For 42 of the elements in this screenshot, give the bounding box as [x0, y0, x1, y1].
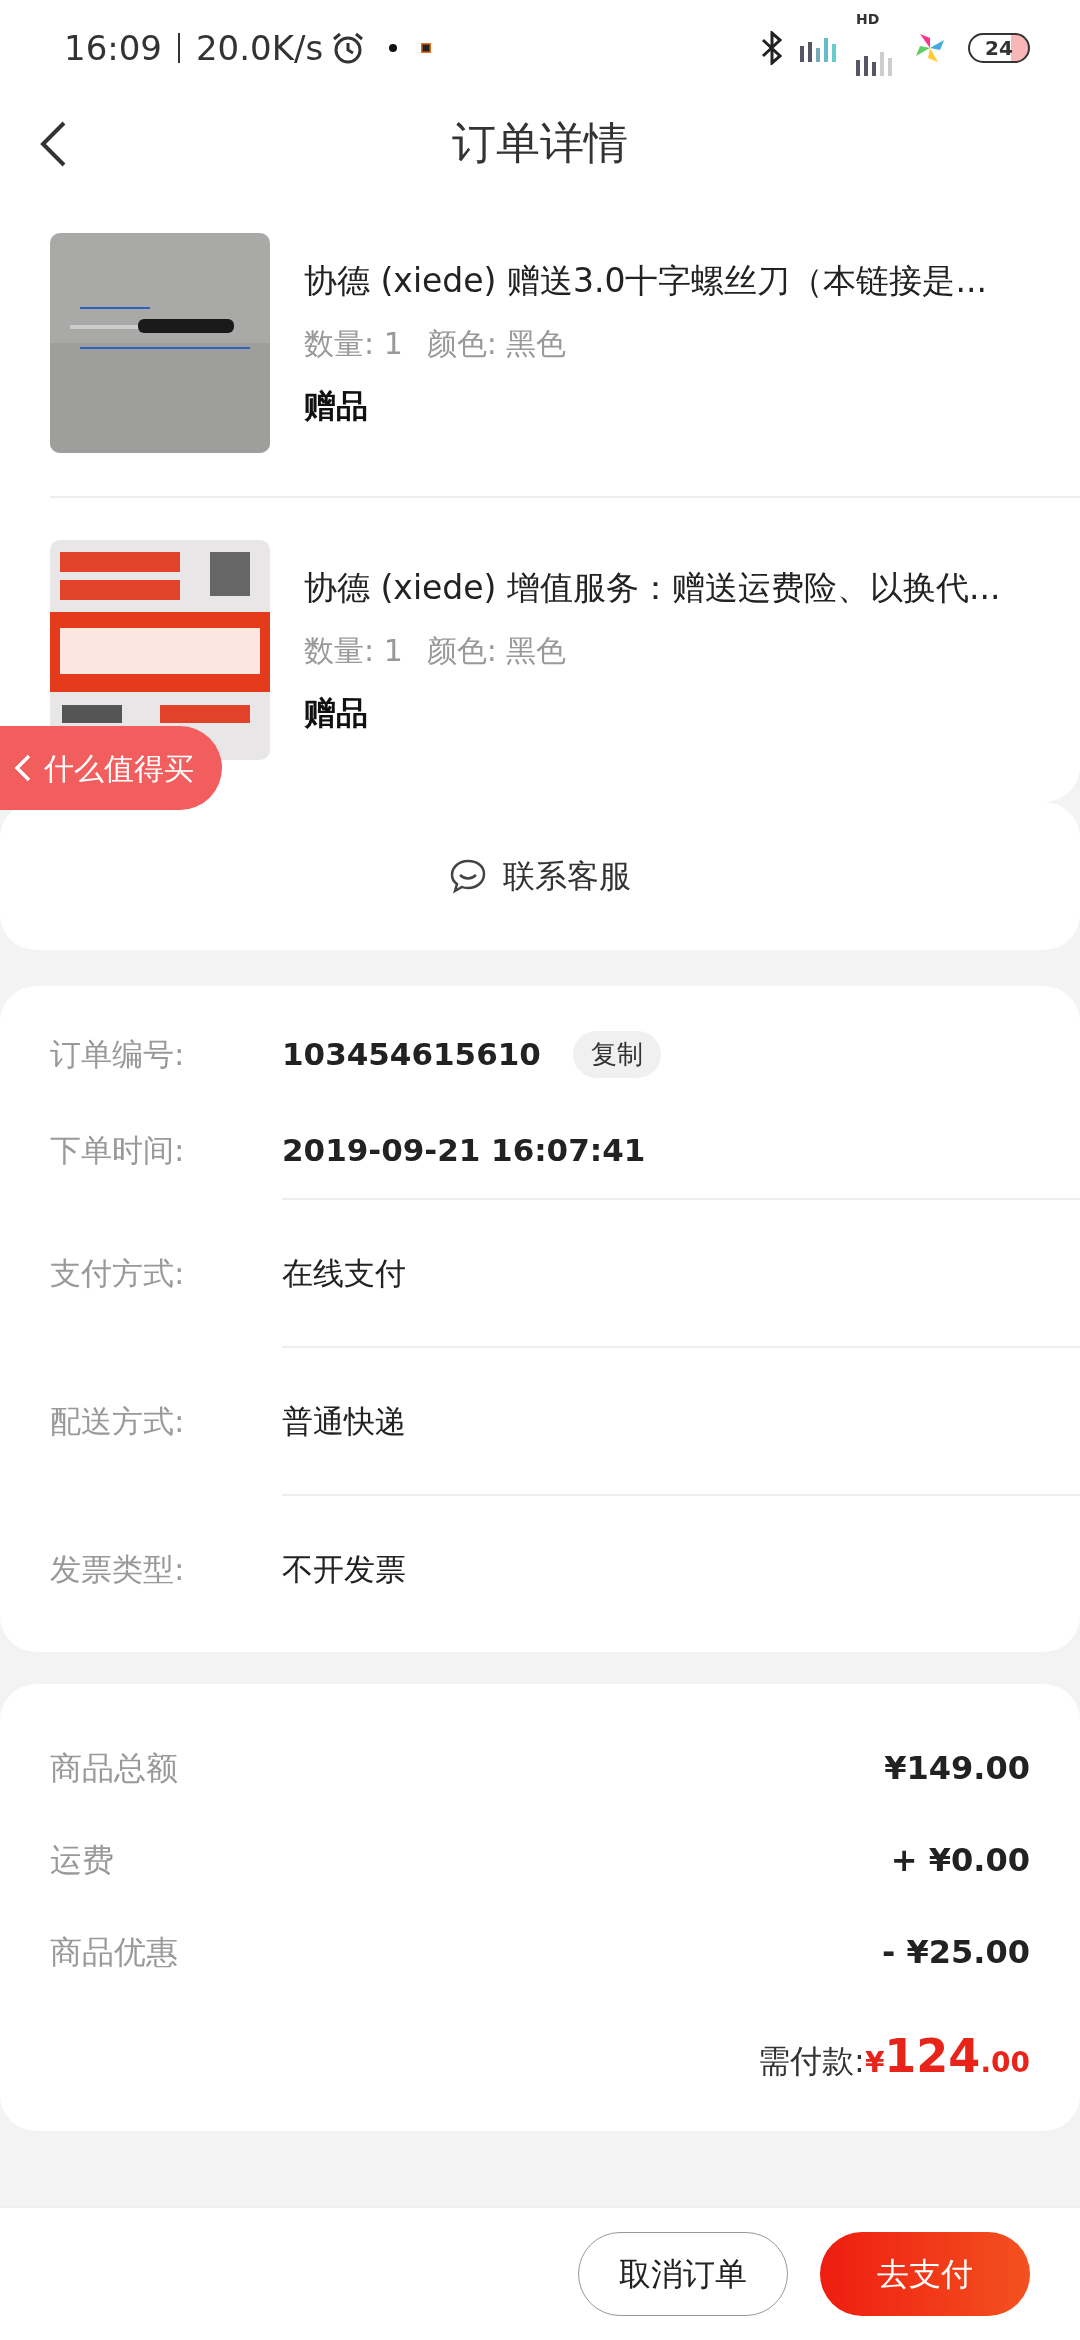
battery-icon: 24	[968, 33, 1030, 63]
total-label: 需付款:	[758, 2041, 865, 2082]
field-value: 在线支付	[282, 1253, 406, 1293]
price-label: 商品总额	[50, 1748, 178, 1789]
back-icon[interactable]	[38, 120, 68, 168]
color-label: 颜色: 黑色	[426, 632, 567, 671]
status-time: 16:09	[64, 26, 162, 70]
product-title: 协德 (xiede) 增值服务：赠送运费险、以换代...	[304, 566, 1001, 609]
field-label: 支付方式:	[50, 1253, 186, 1293]
chat-icon	[449, 858, 487, 894]
color-label: 颜色: 黑色	[426, 325, 567, 364]
field-value: 普通快递	[282, 1401, 406, 1441]
cancel-order-button[interactable]: 取消订单	[578, 2232, 788, 2316]
field-value: 不开发票	[282, 1549, 406, 1589]
field-label: 发票类型:	[50, 1549, 186, 1589]
gift-tag: 赠品	[304, 382, 987, 431]
price-value: - ¥25.00	[882, 1932, 1030, 1973]
copy-button[interactable]: 复制	[572, 1030, 661, 1078]
product-title: 协德 (xiede) 赠送3.0十字螺丝刀（本链接是...	[304, 259, 987, 302]
notification-icon	[421, 43, 432, 53]
field-label: 配送方式:	[50, 1401, 186, 1441]
price-value: ¥149.00	[884, 1748, 1030, 1789]
field-label: 下单时间:	[50, 1130, 186, 1170]
contact-service-link[interactable]: 联系客服	[503, 852, 631, 900]
gift-tag: 赠品	[304, 689, 1001, 738]
quantity-label: 数量: 1	[304, 632, 403, 671]
field-value: 2019-09-21 16:07:41	[282, 1130, 646, 1170]
price-label: 运费	[50, 1840, 114, 1881]
page-title: 订单详情	[452, 116, 628, 170]
price-value: + ¥0.00	[890, 1840, 1030, 1881]
total-amount: ¥124.00	[864, 2028, 1030, 2085]
hd-label: HD	[856, 12, 880, 26]
pay-button[interactable]: 去支付	[820, 2232, 1030, 2316]
dot-icon	[389, 44, 398, 52]
bluetooth-icon	[760, 31, 784, 65]
network-speed: 20.0K/s	[196, 26, 324, 70]
field-label: 订单编号:	[50, 1034, 186, 1074]
field-value: 103454615610	[282, 1034, 541, 1074]
quantity-label: 数量: 1	[304, 325, 403, 364]
back-icon	[14, 753, 32, 783]
price-label: 商品优惠	[50, 1932, 178, 1973]
alarm-icon	[331, 31, 366, 65]
